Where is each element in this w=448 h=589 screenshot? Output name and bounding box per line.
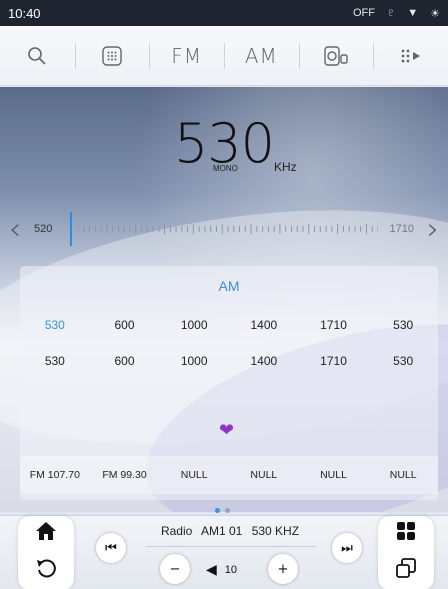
heart-icon[interactable]: ❤ — [219, 420, 234, 441]
tuner-min-label: 520 — [34, 223, 53, 235]
fm-band-button[interactable]: FM — [149, 26, 224, 85]
page-dot — [225, 508, 230, 513]
now-playing-info: Radio AM1 01 530 KHZ — [150, 524, 310, 538]
preset-3[interactable]: 1000 — [159, 318, 229, 332]
favorite-1[interactable]: FM 107.70 — [20, 469, 90, 481]
clock: 10:40 — [8, 5, 41, 21]
favorite-6[interactable]: NULL — [368, 469, 438, 481]
preset-2[interactable]: 600 — [90, 318, 160, 332]
preset-5[interactable]: 1710 — [299, 318, 369, 332]
apps-grid-icon[interactable] — [396, 521, 416, 547]
frequency-display: 530 KHz MONO — [0, 112, 448, 175]
page-indicator — [215, 508, 230, 513]
right-nav-panel — [378, 516, 434, 589]
plus-icon: + — [277, 561, 289, 577]
frequency-unit: KHz — [274, 160, 297, 174]
page-dot-active — [215, 508, 220, 513]
status-bar: 10:40 OFF ♇ ▼ ☀ — [0, 0, 448, 26]
tuner-scale[interactable] — [78, 223, 378, 235]
bottom-bar: ⏮ Radio AM1 01 530 KHZ − ◀ 10 + ⏭ — [0, 515, 448, 589]
off-label: OFF — [352, 7, 375, 19]
search-button[interactable] — [0, 26, 75, 85]
preset-10[interactable]: 1400 — [229, 354, 299, 368]
station-label: AM1 01 — [200, 524, 243, 538]
preset-9[interactable]: 1000 — [159, 354, 229, 368]
home-icon[interactable] — [35, 521, 57, 547]
stereo-mode: MONO — [213, 164, 238, 173]
keypad-button[interactable] — [74, 26, 150, 85]
tuner-max-label: 1710 — [389, 223, 414, 235]
top-toolbar: FM AM — [0, 26, 448, 86]
favorite-3[interactable]: NULL — [159, 469, 229, 481]
preset-7[interactable]: 530 — [20, 354, 90, 368]
previous-station-button[interactable]: ⏮ — [96, 533, 126, 563]
tune-prev-button[interactable]: ‹ — [0, 212, 30, 247]
preset-11[interactable]: 1710 — [299, 354, 369, 368]
band-label: AM — [218, 278, 240, 294]
volume-icon: ◀ — [206, 561, 217, 577]
favorite-4[interactable]: NULL — [229, 469, 299, 481]
back-icon[interactable] — [35, 557, 57, 585]
skip-next-icon: ⏭ — [341, 540, 353, 556]
usb-icon: ♇ — [386, 7, 396, 19]
preset-panel: AM 530 600 1000 1400 1710 530 530 600 10… — [20, 266, 438, 500]
favorites-row: FM 107.70 FM 99.30 NULL NULL NULL NULL — [20, 456, 438, 494]
speaker-icon — [324, 45, 348, 66]
tuner-bar: ‹ 520 1710 › — [0, 210, 448, 248]
preset-row-2: 530 600 1000 1400 1710 530 — [20, 354, 438, 368]
now-playing-frequency: 530 KHZ — [251, 524, 300, 538]
favorite-2[interactable]: FM 99.30 — [90, 469, 160, 481]
skip-previous-icon: ⏮ — [105, 540, 117, 556]
fm-label: FM — [171, 43, 203, 68]
volume-display: ◀ 10 — [206, 561, 237, 578]
preset-6[interactable]: 530 — [368, 318, 438, 332]
preset-1[interactable]: 530 — [20, 318, 90, 332]
volume-value: 10 — [224, 563, 238, 576]
am-label: AM — [244, 43, 278, 68]
keypad-icon — [102, 45, 122, 66]
preset-12[interactable]: 530 — [368, 354, 438, 368]
am-band-button[interactable]: AM — [224, 26, 299, 85]
wifi-icon: ▼ — [407, 7, 419, 19]
tuner-needle[interactable] — [70, 212, 72, 246]
preset-4[interactable]: 1400 — [229, 318, 299, 332]
favorite-5[interactable]: NULL — [299, 469, 369, 481]
volume-down-button[interactable]: − — [160, 554, 190, 584]
preset-8[interactable]: 600 — [90, 354, 160, 368]
source-label: Radio — [160, 524, 193, 538]
minus-icon: − — [169, 561, 181, 577]
preset-row-1: 530 600 1000 1400 1710 530 — [20, 318, 438, 332]
more-icon — [401, 49, 420, 62]
next-station-button[interactable]: ⏭ — [332, 533, 362, 563]
speaker-button[interactable] — [298, 26, 374, 85]
more-button[interactable] — [373, 26, 448, 85]
tune-next-button[interactable]: › — [418, 212, 448, 247]
volume-up-button[interactable]: + — [268, 554, 298, 584]
search-icon — [28, 46, 46, 65]
left-nav-panel — [18, 516, 74, 589]
window-switch-icon[interactable] — [395, 557, 417, 585]
brightness-icon: ☀ — [430, 7, 440, 20]
